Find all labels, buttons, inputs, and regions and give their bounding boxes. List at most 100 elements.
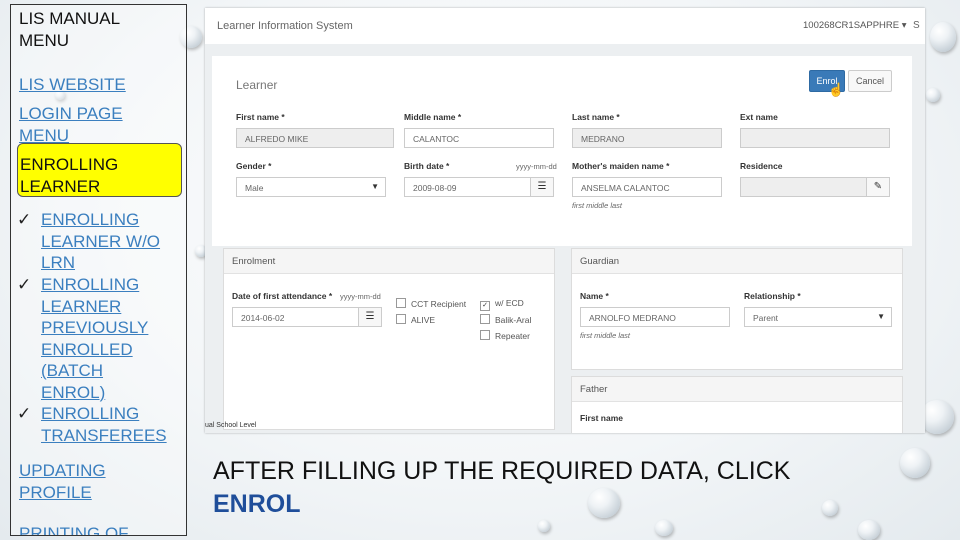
updating-profile-link[interactable]: UPDATING PROFILE [19,460,129,504]
first-attendance-label: Date of first attendance * [232,291,333,301]
app-topbar: Learner Information System 100268CR1SAPP… [205,8,925,45]
guardian-name-hint: first middle last [580,331,631,340]
water-drop-decoration [822,500,838,516]
water-drop-decoration [858,520,880,540]
bottom-tab-label: ual School Level [205,422,257,429]
first-attendance-hint: yyyy-mm-dd [340,292,381,301]
checkbox-box [480,330,490,340]
guardian-name-field[interactable]: ARNOLFO MEDRANO [580,307,730,327]
checkbox-label: CCT Recipient [411,299,467,309]
printing-of-link[interactable]: PRINTING OF [19,523,129,535]
cancel-button[interactable]: Cancel [848,70,892,92]
topbar-right-item[interactable]: S [913,20,920,31]
chevron-down-icon: ▼ [371,182,379,191]
middle-name-label: Middle name * [404,112,462,122]
first-name-field[interactable]: ALFREDO MIKE [236,128,394,148]
mouse-cursor-icon: ☝ [828,82,845,97]
submenu-item[interactable]: ✓ ENROLLING LEARNER W/O LRN [17,209,182,274]
mother-name-hint: first middle last [572,201,623,210]
water-drop-decoration [926,88,940,102]
first-attendance-value: 2014-06-02 [241,313,285,323]
ext-name-field[interactable] [740,128,890,148]
instruction-keyword: ENROL [213,490,301,518]
relationship-value: Parent [753,313,779,323]
water-drop-decoration [900,448,930,478]
father-heading: Father [580,384,608,395]
chevron-down-icon: ▼ [877,312,885,321]
father-card: Father First name [571,376,903,433]
birth-date-hint: yyyy-mm-dd [516,162,557,171]
manual-menu-panel: LIS MANUAL MENU LIS WEBSITE LOGIN PAGE M… [10,4,187,536]
last-name-label: Last name * [572,112,620,122]
checkbox-label: Balik-Aral [495,315,532,325]
instruction-text: AFTER FILLING UP THE REQUIRED DATA, CLIC… [213,457,791,485]
guardian-name-label: Name * [580,291,609,301]
gender-select[interactable]: Male ▼ [236,177,386,197]
water-drop-decoration [930,22,956,52]
submenu-link[interactable]: ENROLLING TRANSFEREES [41,403,181,446]
menu-title: LIS MANUAL MENU [19,9,120,50]
check-icon: ✓ [17,210,32,229]
relationship-label: Relationship * [744,291,801,301]
cct-recipient-checkbox[interactable]: CCT Recipient [396,298,466,309]
repeater-checkbox[interactable]: Repeater [480,330,530,341]
balik-aral-checkbox[interactable]: Balik-Aral [480,314,531,325]
mother-name-field[interactable]: ANSELMA CALANTOC [572,177,722,197]
middle-name-field[interactable]: CALANTOC [404,128,554,148]
checkbox-box [396,298,406,308]
checkbox-label: Repeater [495,331,530,341]
relationship-select[interactable]: Parent ▼ [744,307,892,327]
birth-date-field[interactable]: 2009-08-09 ☰ [404,177,554,197]
alive-checkbox[interactable]: ALIVE [396,314,435,325]
submenu-item[interactable]: ✓ ENROLLING TRANSFEREES [17,403,182,446]
checkbox-box [480,314,490,324]
login-page-menu-link[interactable]: LOGIN PAGE MENU [19,103,139,147]
bottom-tab[interactable]: ual School Level [205,422,305,433]
submenu-link[interactable]: ENROLLING LEARNER PREVIOUSLY ENROLLED (B… [41,274,166,403]
residence-field[interactable]: ✎ [740,177,890,197]
checkmark-icon: ✓ [480,301,490,311]
checkbox-label: w/ ECD [495,298,524,308]
water-drop-decoration [920,400,954,434]
water-drop-decoration [655,520,673,536]
guardian-card: Guardian Name * ARNOLFO MEDRANO first mi… [571,248,903,370]
lis-website-link[interactable]: LIS WEBSITE [19,74,126,96]
father-first-name-label: First name [580,413,623,423]
active-menu-label: ENROLLING LEARNER [20,155,119,196]
check-icon: ✓ [17,404,32,423]
calendar-icon: ☰ [530,178,553,196]
last-name-field[interactable]: MEDRANO [572,128,722,148]
first-attendance-field[interactable]: 2014-06-02 ☰ [232,307,382,327]
guardian-heading: Guardian [580,256,620,267]
app-content-area: Learner Enrol ☝ Cancel First name * ALFR… [205,44,925,433]
learner-heading: Learner [236,78,278,92]
enrolment-header: Enrolment [224,249,554,274]
birth-date-label: Birth date * [404,161,450,171]
user-menu[interactable]: 100268CR1SAPPHRE ▾ [803,20,907,31]
birth-date-value: 2009-08-09 [413,183,457,193]
active-menu-item[interactable]: ENROLLING LEARNER [17,143,182,197]
guardian-header: Guardian [572,249,902,274]
checkbox-box [396,314,406,324]
first-name-label: First name * [236,112,285,122]
lis-application-screenshot: Learner Information System 100268CR1SAPP… [205,8,925,433]
app-title: Learner Information System [217,20,353,32]
enrolment-card: Enrolment Date of first attendance * yyy… [223,248,555,430]
instruction-caption: AFTER FILLING UP THE REQUIRED DATA, CLIC… [213,455,790,521]
pencil-icon: ✎ [866,178,889,196]
gender-label: Gender * [236,161,272,171]
submenu-item[interactable]: ✓ ENROLLING LEARNER PREVIOUSLY ENROLLED … [17,274,182,403]
gender-value: Male [245,183,264,193]
ext-name-label: Ext name [740,112,778,122]
residence-label: Residence [740,161,783,171]
father-header: Father [572,377,902,402]
with-ecd-checkbox[interactable]: ✓ w/ ECD [480,298,524,311]
calendar-icon: ☰ [358,308,381,326]
submenu-link[interactable]: ENROLLING LEARNER W/O LRN [41,209,171,274]
enrolment-heading: Enrolment [232,256,276,267]
mother-name-label: Mother's maiden name * [572,161,670,171]
water-drop-decoration [538,520,550,532]
learner-card: Learner Enrol ☝ Cancel First name * ALFR… [212,56,912,246]
checkbox-label: ALIVE [411,315,436,325]
check-icon: ✓ [17,275,32,294]
